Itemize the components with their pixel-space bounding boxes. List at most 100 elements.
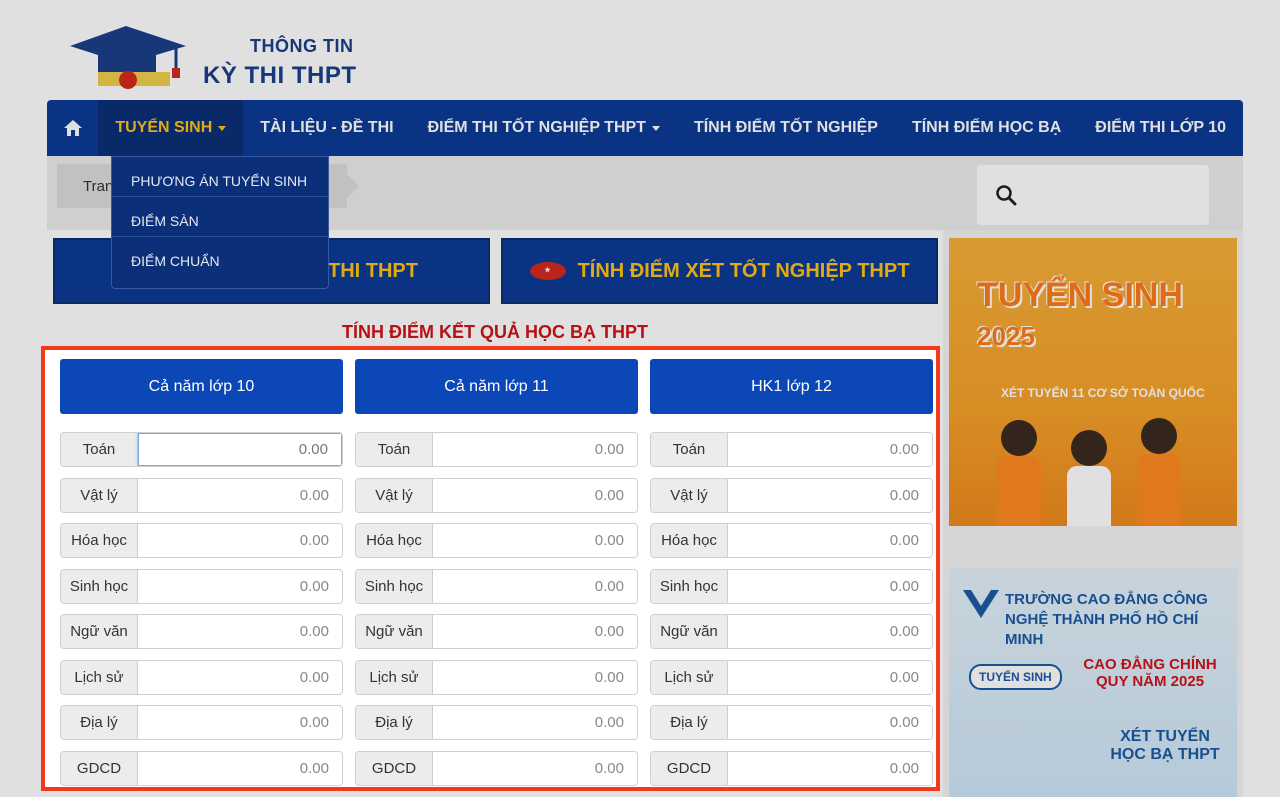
main-nav: TUYỂN SINH TÀI LIỆU - ĐỀ THI ĐIỂM THI TỐ…	[47, 100, 1243, 156]
subject-label: GDCD	[651, 752, 728, 785]
grade-input[interactable]: 0.00	[433, 524, 637, 557]
nav-item-label: TÍNH ĐIỂM TỐT NGHIỆP	[693, 119, 878, 136]
grade-input[interactable]: 0.00	[138, 570, 342, 603]
grade-input[interactable]: 0.00	[433, 752, 637, 785]
page-title: TÍNH ĐIỂM KẾT QUẢ HỌC BẠ THPT	[342, 322, 648, 342]
banner-tinh-diem-xet-tot-nghiep[interactable]: ★ TÍNH ĐIỂM XÉT TỐT NGHIỆP THPT	[501, 238, 938, 304]
breadcrumb-home: Tran	[83, 177, 114, 195]
grade-input[interactable]: 0.00	[138, 661, 342, 694]
students-illustration	[997, 418, 1181, 526]
grade-row: Hóa học 0.00	[60, 523, 343, 558]
site-logo[interactable]: THÔNG TIN KỲ THI THPT	[68, 24, 368, 98]
ad-title-line1: TUYỂN SINH	[977, 276, 1183, 314]
nav-item-tai-lieu[interactable]: TÀI LIỆU - ĐỀ THI	[243, 100, 410, 156]
breadcrumb-arrow	[337, 164, 359, 208]
ad-cta: XÉT TUYỂN HỌC BẠ THPT	[1110, 728, 1220, 763]
nav-item-diem-thi-lop-10[interactable]: ĐIỂM THI LỚP 10	[1078, 100, 1243, 156]
subject-label: Toán	[61, 433, 138, 466]
grade-input[interactable]: 0.00	[433, 433, 637, 466]
subject-label: Lịch sử	[356, 661, 433, 694]
grade-input[interactable]: 0.00	[138, 433, 342, 466]
dropdown-item-diem-san[interactable]: ĐIỂM SÀN	[112, 197, 328, 237]
grade-row: Sinh học 0.00	[355, 569, 638, 604]
subject-label: Ngữ văn	[651, 615, 728, 648]
subject-label: Địa lý	[651, 706, 728, 739]
grade-row: Lịch sử 0.00	[650, 660, 933, 695]
grade-input[interactable]: 0.00	[728, 433, 932, 466]
subject-label: Địa lý	[356, 706, 433, 739]
ad-banner-fpt[interactable]: TUYỂN SINH 2025 XÉT TUYỂN 11 CƠ SỞ TOÀN …	[949, 238, 1237, 526]
grade-row: Hóa học 0.00	[355, 523, 638, 558]
grade-row: GDCD 0.00	[60, 751, 343, 786]
grade-input[interactable]: 0.00	[433, 661, 637, 694]
ad-tag: TUYỂN SINH	[969, 664, 1062, 690]
ad-subtitle: CAO ĐẲNG CHÍNH QUY NĂM 2025	[1083, 656, 1217, 690]
grade-row: Ngữ văn 0.00	[650, 614, 933, 649]
ad-school-name: TRƯỜNG CAO ĐẲNG CÔNG NGHỆ THÀNH PHỐ HỒ C…	[1005, 591, 1208, 648]
grade-input[interactable]: 0.00	[728, 752, 932, 785]
subject-label: GDCD	[356, 752, 433, 785]
grade-input[interactable]: 0.00	[433, 570, 637, 603]
ad-banner-hct[interactable]: TRƯỜNG CAO ĐẲNG CÔNG NGHỆ THÀNH PHỐ HỒ C…	[949, 568, 1237, 797]
grade-input[interactable]: 0.00	[433, 706, 637, 739]
search-button[interactable]	[977, 165, 1209, 225]
grade-input[interactable]: 0.00	[138, 479, 342, 512]
subject-label: Vật lý	[651, 479, 728, 512]
graduation-cap-icon	[70, 26, 186, 89]
subject-label: Sinh học	[651, 570, 728, 603]
subject-label: Sinh học	[61, 570, 138, 603]
grade-input[interactable]: 0.00	[728, 615, 932, 648]
school-logo-icon	[963, 590, 999, 618]
nav-item-tinh-diem-tot-nghiep[interactable]: TÍNH ĐIỂM TỐT NGHIỆP	[677, 100, 895, 156]
subject-label: Ngữ văn	[356, 615, 433, 648]
grade-row: Toán 0.00	[650, 432, 933, 467]
grade-input[interactable]: 0.00	[138, 706, 342, 739]
nav-item-tuyen-sinh[interactable]: TUYỂN SINH	[98, 100, 244, 156]
column-header-3[interactable]: HK1 lớp 12	[650, 359, 933, 414]
grade-row: Ngữ văn 0.00	[355, 614, 638, 649]
caret-down-icon	[651, 125, 660, 131]
dropdown-item-diem-chuan[interactable]: ĐIỂM CHUẨN	[112, 237, 328, 277]
grade-input[interactable]: 0.00	[728, 661, 932, 694]
subject-label: Hóa học	[356, 524, 433, 557]
column-header-2[interactable]: Cả năm lớp 11	[355, 359, 638, 414]
stamp-icon: ★	[529, 262, 566, 280]
nav-item-label: ĐIỂM THI LỚP 10	[1095, 119, 1226, 136]
subject-label: Hóa học	[651, 524, 728, 557]
subject-label: Lịch sử	[651, 661, 728, 694]
grade-input[interactable]: 0.00	[433, 615, 637, 648]
nav-home[interactable]	[47, 100, 98, 156]
grade-input[interactable]: 0.00	[728, 706, 932, 739]
grade-input[interactable]: 0.00	[138, 524, 342, 557]
dropdown-item-phuong-an[interactable]: PHƯƠNG ÁN TUYỂN SINH	[112, 157, 328, 197]
nav-item-tinh-diem-hoc-ba[interactable]: TÍNH ĐIỂM HỌC BẠ	[895, 100, 1078, 156]
grade-input[interactable]: 0.00	[728, 524, 932, 557]
subject-label: Địa lý	[61, 706, 138, 739]
subject-label: Lịch sử	[61, 661, 138, 694]
grade-input[interactable]: 0.00	[138, 615, 342, 648]
logo-text-main: KỲ THI THPT	[203, 62, 357, 89]
column-header-1[interactable]: Cả năm lớp 10	[60, 359, 343, 414]
subject-label: Sinh học	[356, 570, 433, 603]
nav-item-label: ĐIỂM THI TỐT NGHIỆP THPT	[427, 119, 646, 136]
grade-row: Sinh học 0.00	[650, 569, 933, 604]
banner-label: THI THPT	[328, 259, 418, 282]
ad-tagline: XÉT TUYỂN 11 CƠ SỞ TOÀN QUỐC	[1001, 386, 1205, 400]
subject-label: Hóa học	[61, 524, 138, 557]
subject-label: Toán	[356, 433, 433, 466]
subject-label: Toán	[651, 433, 728, 466]
grade-input[interactable]: 0.00	[138, 752, 342, 785]
caret-down-icon	[218, 125, 227, 131]
subject-label: GDCD	[61, 752, 138, 785]
grade-input[interactable]: 0.00	[433, 479, 637, 512]
grade-row: Vật lý 0.00	[355, 478, 638, 513]
ad-title-line2: 2025	[977, 321, 1035, 351]
grade-form: Cả năm lớp 10 Toán 0.00 Vật lý 0.00 Hóa học 0.…	[41, 346, 940, 791]
grade-row: Ngữ văn 0.00	[60, 614, 343, 649]
nav-item-diem-thi-tot-nghiep[interactable]: ĐIỂM THI TỐT NGHIỆP THPT	[411, 100, 677, 156]
grade-input[interactable]: 0.00	[728, 479, 932, 512]
dropdown-menu-tuyen-sinh: PHƯƠNG ÁN TUYỂN SINH ĐIỂM SÀN ĐIỂM CHUẨN	[111, 156, 329, 289]
grade-input[interactable]: 0.00	[728, 570, 932, 603]
nav-item-label: TÀI LIỆU - ĐỀ THI	[260, 119, 394, 136]
grade-row: Vật lý 0.00	[60, 478, 343, 513]
